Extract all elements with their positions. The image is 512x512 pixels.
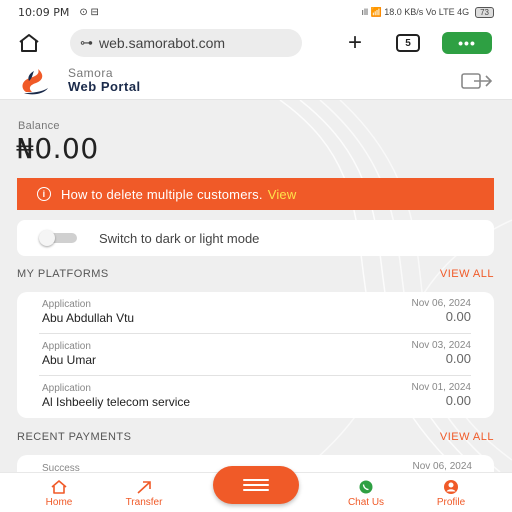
list-item[interactable]: Application Abu Abdullah Vtu Nov 06, 202…: [39, 292, 471, 334]
balance-amount: ₦0.00: [16, 132, 99, 165]
logout-icon[interactable]: [460, 70, 494, 92]
new-tab-button[interactable]: +: [340, 29, 370, 57]
item-kind: Application: [42, 341, 91, 352]
nav-chat[interactable]: Chat Us: [336, 479, 396, 508]
balance-label: Balance: [18, 120, 60, 132]
item-name: Al Ishbeeliy telecom service: [42, 395, 191, 409]
item-amount: 0.00: [445, 309, 471, 324]
status-bar: 10:09 PM ⊙ ⊟ ıll 📶 18.0 KB/s Vo LTE 4G 7…: [0, 0, 512, 24]
platforms-view-all[interactable]: VIEW ALL: [440, 268, 494, 280]
menu-fab-button[interactable]: [213, 466, 299, 504]
list-item[interactable]: Application Abu Umar Nov 03, 2024 0.00: [39, 334, 471, 376]
platforms-title: MY PLATFORMS: [17, 268, 109, 280]
switch-knob: [39, 230, 55, 246]
theme-switch[interactable]: [39, 230, 77, 246]
nav-home-label: Home: [45, 497, 73, 508]
payment-date: Nov 06, 2024: [412, 461, 473, 472]
payments-title: RECENT PAYMENTS: [17, 431, 132, 443]
home-icon: [19, 34, 39, 52]
brand-line-2: Web Portal: [68, 78, 141, 94]
nav-transfer[interactable]: Transfer: [114, 479, 174, 508]
notification-icons: ⊙ ⊟: [79, 6, 99, 18]
nav-chat-label: Chat Us: [347, 497, 385, 508]
nav-home[interactable]: Home: [29, 479, 89, 508]
hamburger-icon: [243, 479, 269, 491]
nav-profile-label: Profile: [436, 497, 466, 508]
item-kind: Application: [42, 383, 91, 394]
tab-switcher-button[interactable]: 5: [396, 34, 420, 52]
address-bar[interactable]: ⊶ web.samorabot.com: [70, 29, 302, 57]
theme-toggle-card[interactable]: Switch to dark or light mode: [17, 220, 494, 256]
banner-view-link[interactable]: View: [268, 187, 297, 202]
banner-text: How to delete multiple customers.: [61, 186, 263, 202]
nav-profile[interactable]: Profile: [421, 479, 481, 508]
item-kind: Application: [42, 299, 91, 310]
item-date: Nov 01, 2024: [411, 382, 472, 393]
site-settings-icon[interactable]: ⊶: [80, 35, 93, 51]
item-date: Nov 06, 2024: [411, 298, 472, 309]
theme-toggle-label: Switch to dark or light mode: [99, 230, 260, 246]
status-right: ıll 📶 18.0 KB/s Vo LTE 4G 73: [361, 6, 494, 18]
battery-icon: 73: [475, 6, 494, 18]
browser-menu-button[interactable]: •••: [442, 32, 492, 54]
info-banner[interactable]: i How to delete multiple customers. View: [17, 178, 494, 210]
profile-icon: [444, 480, 458, 494]
item-date: Nov 03, 2024: [411, 340, 472, 351]
item-amount: 0.00: [445, 393, 471, 408]
transfer-arrow-icon: [137, 481, 151, 494]
nav-transfer-label: Transfer: [125, 497, 163, 508]
home-icon: [51, 480, 67, 494]
signal-indicators: ıll 📶 18.0 KB/s Vo LTE 4G: [361, 6, 470, 17]
home-button[interactable]: [14, 28, 44, 58]
app-header: Samora Web Portal: [0, 62, 512, 100]
samora-logo-icon: [22, 68, 48, 94]
browser-toolbar: ⊶ web.samorabot.com + 5 •••: [0, 24, 512, 62]
item-name: Abu Umar: [42, 353, 97, 367]
payments-view-all[interactable]: VIEW ALL: [440, 431, 494, 443]
brand-name: Samora Web Portal: [68, 67, 141, 93]
whatsapp-icon: [359, 480, 373, 494]
item-name: Abu Abdullah Vtu: [42, 311, 135, 325]
list-item[interactable]: Application Al Ishbeeliy telecom service…: [39, 376, 471, 418]
url-text: web.samorabot.com: [99, 35, 226, 51]
platforms-list: Application Abu Abdullah Vtu Nov 06, 202…: [17, 292, 494, 418]
item-amount: 0.00: [445, 351, 471, 366]
clock: 10:09 PM: [18, 5, 70, 19]
info-icon: i: [37, 187, 51, 201]
